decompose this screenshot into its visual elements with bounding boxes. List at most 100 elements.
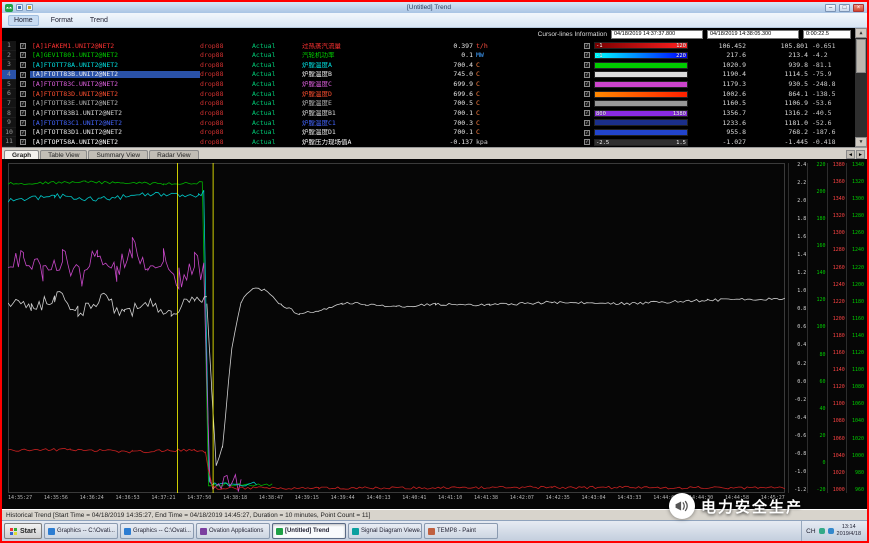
signal-name[interactable]: [A]FTOPT58A.UNIT2@NET2 xyxy=(30,139,200,146)
scrollbar-thumb[interactable] xyxy=(856,39,866,73)
row-number: 8 xyxy=(2,108,16,118)
y-axis-label: 1180 xyxy=(852,300,864,305)
start-button[interactable]: Start xyxy=(4,523,42,539)
signal-name[interactable]: [A]FTOTT83B1.UNIT2@NET2 xyxy=(30,110,200,117)
cursor-row-checkbox[interactable]: ✓ xyxy=(580,130,594,136)
language-indicator[interactable]: CH xyxy=(806,528,815,535)
trend-plot[interactable] xyxy=(8,163,785,493)
row-checkbox[interactable]: ✓ xyxy=(16,130,30,136)
taskbar-clock[interactable]: 13:14 2019/4/18 xyxy=(837,524,861,537)
close-button[interactable]: × xyxy=(853,4,864,12)
cursor-row-checkbox[interactable]: ✓ xyxy=(580,52,594,58)
table-row[interactable]: 11 ✓ [A]FTOPT58A.UNIT2@NET2 drop88 Actua… xyxy=(2,137,855,147)
menu-tab-home[interactable]: Home xyxy=(8,15,39,26)
signal-drop: drop88 xyxy=(200,71,252,78)
row-number: 5 xyxy=(2,80,16,90)
tab-summary-view[interactable]: Summary View xyxy=(88,150,148,159)
taskbar-app-button[interactable]: Graphics -- C:\Ovati... xyxy=(44,523,118,539)
table-scrollbar[interactable]: ▲ ▼ xyxy=(855,28,867,147)
signal-value: -0.137 xyxy=(422,139,476,146)
row-checkbox[interactable]: ✓ xyxy=(16,72,30,78)
x-axis-label: 14:43:04 xyxy=(582,495,606,505)
tab-radar-view[interactable]: Radar View xyxy=(149,150,198,159)
signal-unit: C xyxy=(476,81,508,88)
row-checkbox[interactable]: ✓ xyxy=(16,81,30,87)
tab-table-view[interactable]: Table View xyxy=(40,150,87,159)
signal-drop: drop88 xyxy=(200,110,252,117)
cursor-delta-field[interactable]: 0:00:22.5 xyxy=(803,30,851,39)
cursor2-value: 213.4 xyxy=(750,52,812,59)
row-checkbox[interactable]: ✓ xyxy=(16,52,30,58)
cursor2-time-field[interactable]: 04/18/2019 14:38:05.300 xyxy=(707,30,799,39)
table-row[interactable]: 7 ✓ [A]FTOTT83E.UNIT2@NET2 drop88 Actual… xyxy=(2,99,855,109)
row-checkbox[interactable]: ✓ xyxy=(16,43,30,49)
taskbar-app-button[interactable]: Graphics -- C:\Ovati... xyxy=(120,523,194,539)
plot-border xyxy=(9,164,785,493)
y-axis-label: 1240 xyxy=(833,283,845,288)
menu-tab-trend[interactable]: Trend xyxy=(85,16,113,25)
scroll-down-icon[interactable]: ▼ xyxy=(855,137,867,147)
row-checkbox[interactable]: ✓ xyxy=(16,101,30,107)
taskbar-app-button[interactable]: Signal Diagram Viewe... xyxy=(348,523,422,539)
cursor-row-checkbox[interactable]: ✓ xyxy=(580,72,594,78)
cursor-row-checkbox[interactable]: ✓ xyxy=(580,81,594,87)
menu-tab-format[interactable]: Format xyxy=(46,16,78,25)
signal-name[interactable]: [A]FTOTT83C.UNIT2@NET2 xyxy=(30,81,200,88)
tray-icon[interactable] xyxy=(819,528,825,534)
row-checkbox[interactable]: ✓ xyxy=(16,120,30,126)
undo-icon[interactable] xyxy=(26,4,33,11)
maximize-button[interactable]: □ xyxy=(839,4,850,12)
row-checkbox[interactable]: ✓ xyxy=(16,91,30,97)
cursor1-time-field[interactable]: 04/18/2019 14:37:37.800 xyxy=(611,30,703,39)
table-row[interactable]: 1 ✓ [A]1FAKEM1.UNIT2@NET2 drop88 Actual … xyxy=(2,41,855,51)
signal-name[interactable]: [A]FTOTT83E.UNIT2@NET2 xyxy=(30,100,200,107)
row-checkbox[interactable]: ✓ xyxy=(16,110,30,116)
cursor-row-checkbox[interactable]: ✓ xyxy=(580,91,594,97)
table-row[interactable]: 6 ✓ [A]FTOTT83D.UNIT2@NET2 drop88 Actual… xyxy=(2,89,855,99)
table-row[interactable]: 3 ✓ [A]FTOTT78A.UNIT2@NET2 drop88 Actual… xyxy=(2,60,855,70)
table-row[interactable]: 5 ✓ [A]FTOTT83C.UNIT2@NET2 drop88 Actual… xyxy=(2,80,855,90)
table-row[interactable]: 8 ✓ [A]FTOTT83B1.UNIT2@NET2 drop88 Actua… xyxy=(2,108,855,118)
signal-name[interactable]: [A]FTOTT83D1.UNIT2@NET2 xyxy=(30,129,200,136)
y-axis-label: 1040 xyxy=(852,419,864,424)
signal-name[interactable]: [A]GEV1T801.UNIT2@NET2 xyxy=(30,52,200,59)
cursor-row-checkbox[interactable]: ✓ xyxy=(580,120,594,126)
cursor-delta-value: -248.8 xyxy=(812,81,855,88)
signal-name[interactable]: [A]1FAKEM1.UNIT2@NET2 xyxy=(30,43,200,50)
signal-name[interactable]: [A]FTOTT83B.UNIT2@NET2 xyxy=(30,71,200,78)
table-row[interactable]: 4 ✓ [A]FTOTT83B.UNIT2@NET2 drop88 Actual… xyxy=(2,70,855,80)
scroll-up-icon[interactable]: ▲ xyxy=(855,28,867,38)
cursor-row-checkbox[interactable]: ✓ xyxy=(580,62,594,68)
tab-scroll-right-icon[interactable]: ► xyxy=(856,150,865,159)
tray-icon[interactable] xyxy=(828,528,834,534)
trace-turbine-power xyxy=(8,181,272,486)
taskbar-app-button[interactable]: [Untitled] Trend xyxy=(272,523,346,539)
signal-name[interactable]: [A]FTOTT83C1.UNIT2@NET2 xyxy=(30,120,200,127)
save-icon[interactable] xyxy=(16,4,23,11)
y-axis-label: 0.6 xyxy=(797,325,806,330)
tab-scroll-left-icon[interactable]: ◄ xyxy=(846,150,855,159)
x-axis-label: 14:37:21 xyxy=(151,495,175,505)
taskbar-app-button[interactable]: Ovation Applications xyxy=(196,523,270,539)
row-checkbox[interactable]: ✓ xyxy=(16,62,30,68)
taskbar-app-button[interactable]: TEMP8 - Paint xyxy=(424,523,498,539)
table-row[interactable]: 9 ✓ [A]FTOTT83C1.UNIT2@NET2 drop88 Actua… xyxy=(2,118,855,128)
cursor-row-checkbox[interactable]: ✓ xyxy=(580,139,594,145)
y-axis-label: -20 xyxy=(816,488,825,493)
y-axis-label: 140 xyxy=(816,271,825,276)
cursor-row-checkbox[interactable]: ✓ xyxy=(580,43,594,49)
cursor-info-header: Cursor-lines Information 04/18/2019 14:3… xyxy=(2,28,855,41)
tab-graph[interactable]: Graph xyxy=(4,150,39,159)
table-row[interactable]: 2 ✓ [A]GEV1T801.UNIT2@NET2 drop88 Actual… xyxy=(2,51,855,61)
cursor-row-checkbox[interactable]: ✓ xyxy=(580,101,594,107)
x-axis-label: 14:36:24 xyxy=(80,495,104,505)
signal-name[interactable]: [A]FTOTT83D.UNIT2@NET2 xyxy=(30,91,200,98)
signal-name[interactable]: [A]FTOTT78A.UNIT2@NET2 xyxy=(30,62,200,69)
minimize-button[interactable]: – xyxy=(825,4,836,12)
app-button-icon xyxy=(428,528,435,535)
view-tab-strip: Graph Table View Summary View Radar View… xyxy=(2,147,867,159)
table-row[interactable]: 10 ✓ [A]FTOTT83D1.UNIT2@NET2 drop88 Actu… xyxy=(2,128,855,138)
scale-bar: 8001380 xyxy=(594,110,688,117)
cursor-row-checkbox[interactable]: ✓ xyxy=(580,110,594,116)
row-checkbox[interactable]: ✓ xyxy=(16,139,30,145)
